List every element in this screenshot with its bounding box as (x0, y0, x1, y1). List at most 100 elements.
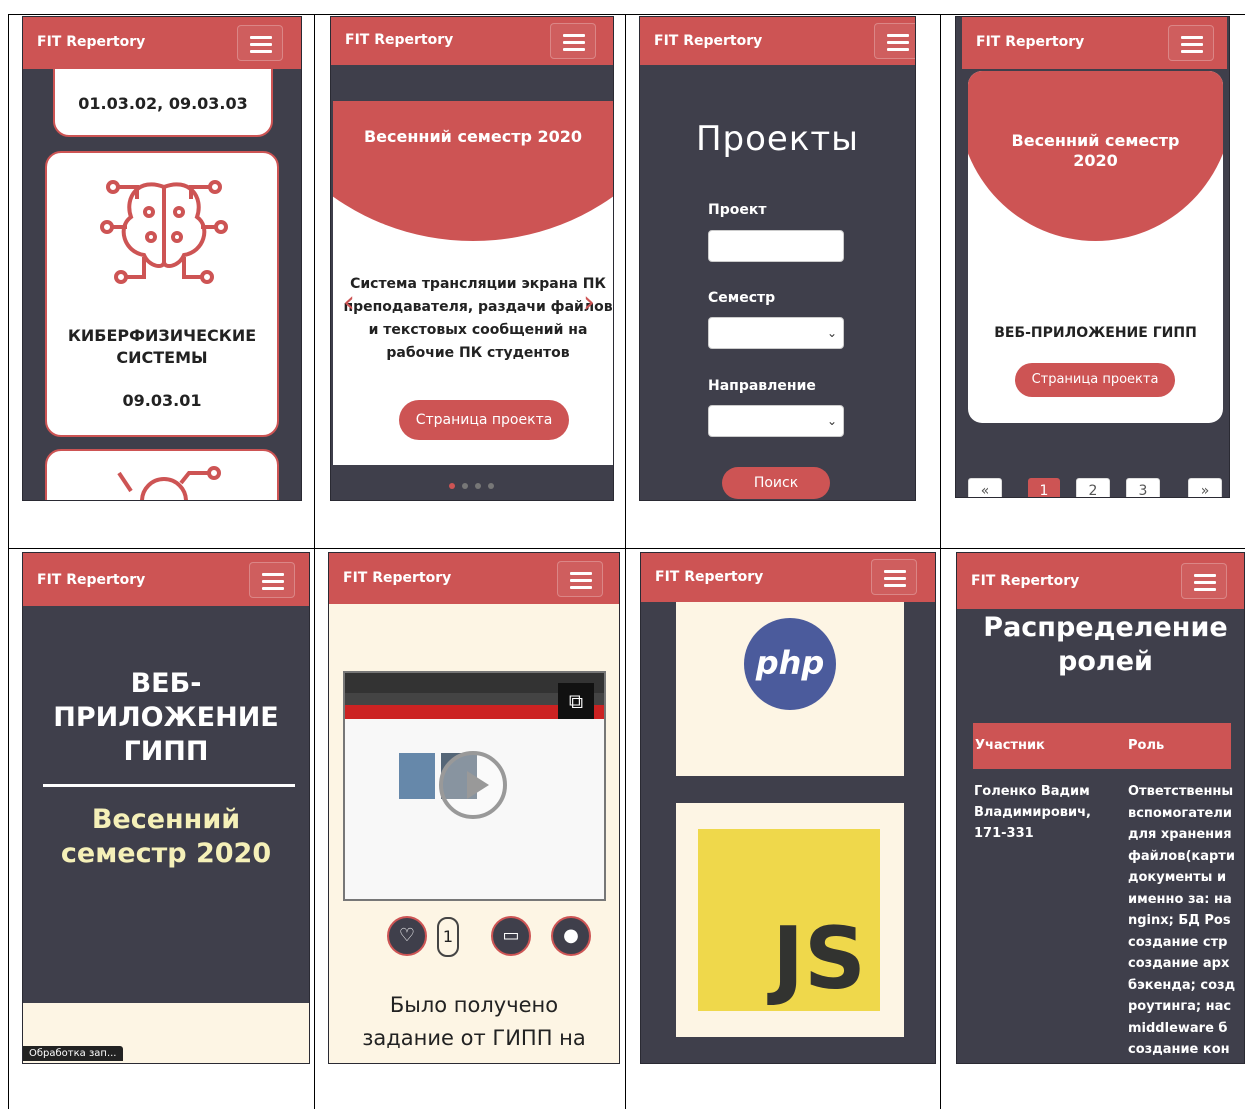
direction-select[interactable]: ⌄ (708, 405, 844, 437)
pagination-page-1[interactable]: 1 (1028, 478, 1060, 497)
brand-logo[interactable]: FIT Repertory (654, 33, 762, 49)
play-icon[interactable] (439, 751, 507, 819)
php-tile: php (676, 602, 904, 776)
role-line: вспомогатели (1128, 805, 1232, 821)
carousel-slide: Весенний семестр 2020 Система трансляции… (333, 101, 613, 465)
col-header-member: Участник (975, 738, 1045, 753)
hamburger-menu-icon[interactable] (871, 559, 917, 595)
semester-label: Весенний семестр 2020 (60, 804, 272, 869)
screen-tech-stack: FIT Repertory php JS (640, 552, 936, 1064)
php-logo-text: php (755, 644, 825, 682)
php-logo: php (744, 618, 836, 710)
hamburger-menu-icon[interactable] (874, 23, 915, 59)
hamburger-menu-icon[interactable] (237, 25, 283, 61)
pagination-prev[interactable]: « (968, 478, 1002, 497)
indicator-dot[interactable] (475, 483, 481, 489)
role-line: middleware б (1128, 1020, 1228, 1036)
chevron-down-icon: ⌄ (826, 414, 837, 428)
navbar: FIT Repertory (23, 553, 309, 606)
brand-logo[interactable]: FIT Repertory (343, 570, 451, 586)
js-tile: JS (676, 803, 904, 1037)
project-card[interactable]: Весенний семестр 2020 ВЕБ-ПРИЛОЖЕНИЕ ГИП… (968, 71, 1223, 423)
search-button[interactable]: Поиск (722, 467, 830, 499)
project-description: Система трансляции экрана ПК преподавате… (343, 276, 613, 361)
screen-project-header: FIT Repertory ВЕБ-ПРИЛОЖЕНИЕ ГИПП Весенн… (22, 552, 310, 1064)
semester-label: Весенний семестр 2020 (363, 127, 583, 146)
grid-line-col3 (940, 14, 941, 1109)
hamburger-menu-icon[interactable] (550, 23, 596, 59)
role-line: файлов(карти (1128, 848, 1235, 864)
screen-role-distribution: FIT Repertory Распределение ролей Участн… (956, 552, 1245, 1064)
project-input[interactable] (708, 230, 844, 262)
project-page-button[interactable]: Страница проекта (399, 400, 569, 440)
brand-logo[interactable]: FIT Repertory (976, 34, 1084, 50)
github-icon[interactable]: ● (551, 916, 591, 956)
direction-card-cyber[interactable]: КИБЕРФИЗИЧЕСКИЕ СИСТЕМЫ 09.03.01 (45, 151, 279, 437)
brain-circuit-icon (100, 180, 228, 284)
hamburger-menu-icon[interactable] (249, 562, 295, 598)
video-thumb-image (399, 753, 435, 799)
role-line: документы и (1128, 870, 1227, 885)
brand-logo[interactable]: FIT Repertory (655, 569, 763, 585)
indicator-dot-active[interactable] (449, 483, 455, 489)
table-row-member: Голенко Вадим Владимирович, 171-331 (974, 784, 1091, 841)
label-project: Проект (708, 202, 767, 218)
like-count: 1 (437, 917, 459, 957)
navbar: FIT Repertory (640, 17, 915, 65)
indicator-dot[interactable] (488, 483, 494, 489)
project-page-button[interactable]: Страница проекта (1015, 363, 1175, 397)
js-logo-text: JS (772, 909, 866, 1009)
screen-projects-search: FIT Repertory Проекты Проект Семестр ⌄ Н… (639, 16, 916, 501)
role-line: создание стр (1128, 934, 1228, 950)
video-preview[interactable]: ⧉ (343, 671, 606, 901)
brand-logo[interactable]: FIT Repertory (37, 572, 145, 588)
role-line: создание арх (1128, 956, 1230, 971)
hamburger-menu-icon[interactable] (557, 561, 603, 597)
screen-project-video: FIT Repertory ⧉ ♡ 1 ▭ ● Было получено за… (328, 552, 620, 1064)
semester-label: Весенний семестр 2020 (1011, 131, 1180, 170)
brand-logo[interactable]: FIT Repertory (971, 573, 1079, 589)
pagination-page-2[interactable]: 2 (1076, 478, 1110, 497)
grid-line-col1 (314, 14, 315, 1109)
pagination-page-3[interactable]: 3 (1126, 478, 1160, 497)
role-line: бэкенда; созд (1128, 977, 1236, 993)
project-text: Было получено задание от ГИПП на (362, 993, 586, 1050)
direction-title: КИБЕРФИЗИЧЕСКИЕ СИСТЕМЫ (67, 326, 257, 367)
external-link-icon[interactable]: ⧉ (558, 683, 594, 719)
project-title: ВЕБ-ПРИЛОЖЕНИЕ ГИПП (994, 325, 1197, 341)
carousel-next-icon[interactable]: › (583, 285, 595, 320)
like-heart-icon[interactable]: ♡ (387, 916, 427, 956)
hamburger-menu-icon[interactable] (1181, 563, 1227, 599)
col-header-role: Роль (1128, 738, 1165, 753)
role-line: Ответственны (1128, 784, 1234, 799)
role-line: создание кон (1128, 1042, 1230, 1057)
role-line: nginx; БД Pos (1128, 913, 1231, 928)
role-line: именно за: на (1128, 891, 1232, 907)
role-line: для хранения (1128, 827, 1232, 842)
direction-card-bottom[interactable] (45, 449, 279, 500)
label-semester: Семестр (708, 290, 776, 306)
navbar: FIT Repertory (23, 17, 301, 69)
project-title: ВЕБ-ПРИЛОЖЕНИЕ ГИПП (53, 668, 279, 767)
js-logo: JS (698, 829, 880, 1011)
brand-logo[interactable]: FIT Repertory (345, 32, 453, 48)
brand-logo[interactable]: FIT Repertory (37, 34, 145, 50)
carousel-prev-icon[interactable]: ‹ (343, 285, 355, 320)
indicator-dot[interactable] (462, 483, 468, 489)
role-line: роутинга; нас (1128, 999, 1232, 1014)
circuit-icon-partial (117, 466, 221, 500)
direction-code: 09.03.01 (122, 391, 202, 410)
semester-select[interactable]: ⌄ (708, 317, 844, 349)
laptop-icon[interactable]: ▭ (491, 916, 531, 956)
navbar: FIT Repertory (962, 17, 1227, 69)
table-row-role: Ответственны вспомогатели для хранения ф… (1128, 781, 1244, 1061)
chevron-down-icon: ⌄ (826, 326, 837, 340)
grid-line-top (8, 14, 1245, 15)
screen-project-list: FIT Repertory Весенний семестр 2020 ВЕБ-… (955, 16, 1230, 498)
navbar: FIT Repertory (331, 17, 613, 65)
hamburger-menu-icon[interactable] (1168, 25, 1214, 61)
grid-line-left (8, 14, 9, 1109)
grid-line-col2 (625, 14, 626, 1109)
label-direction: Направление (708, 378, 816, 394)
pagination-next[interactable]: » (1188, 478, 1222, 497)
